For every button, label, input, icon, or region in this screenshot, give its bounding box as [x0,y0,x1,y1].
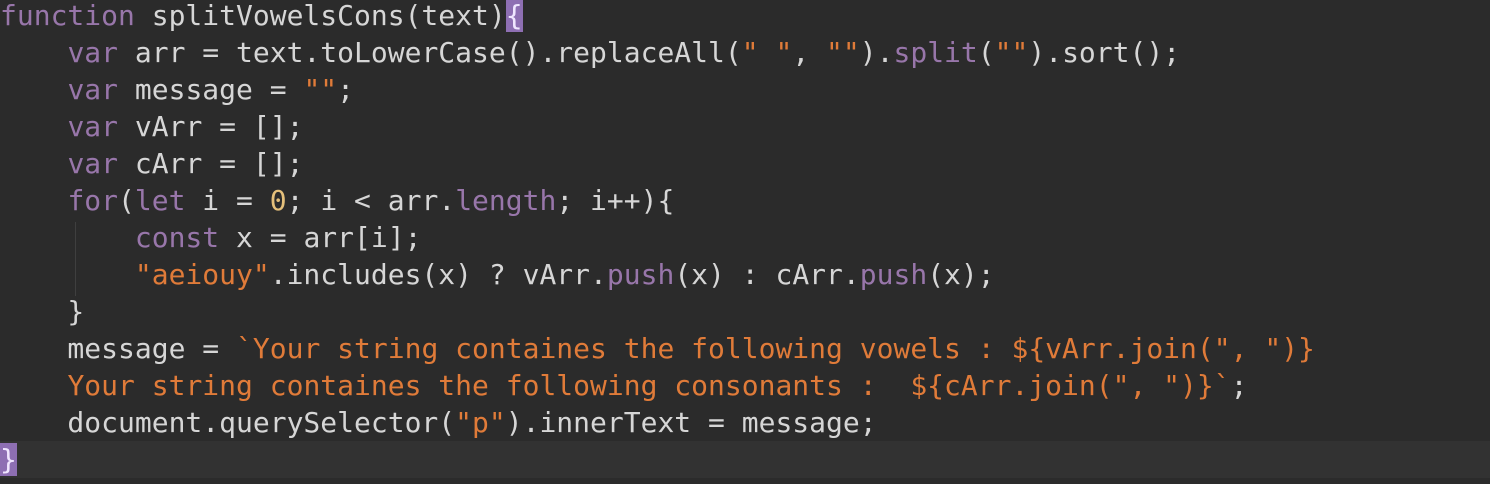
code-line[interactable]: var cArr = []; [0,145,1490,182]
code-token: (x); [927,258,995,291]
code-line[interactable]: const x = arr[i]; [0,219,1490,256]
code-token: x = arr[i]; [219,221,422,254]
matched-brace: } [0,443,17,476]
code-line[interactable]: message = `Your string containes the fol… [0,330,1490,367]
code-token: "" [994,36,1029,69]
code-token: ( [118,184,135,217]
code-token: ; i++){ [556,184,675,217]
code-token: (x) : cArr. [674,258,860,291]
code-token: cArr = []; [118,147,304,180]
code-token: var [67,73,119,106]
code-token: vArr = []; [118,110,304,143]
code-token: "" [826,36,860,69]
code-token: Your string containes the following cons… [67,369,911,402]
code-line[interactable]: document.querySelector("p").innerText = … [0,404,1490,441]
code-line[interactable]: var arr = text.toLowerCase().replaceAll(… [0,34,1490,71]
code-token: " " [741,36,793,69]
code-token: i = [185,184,270,217]
code-token: "p" [455,406,506,439]
code-line[interactable]: "aeiouy".includes(x) ? vArr.push(x) : cA… [0,256,1490,293]
code-token: var [67,147,119,180]
code-editor[interactable]: function splitVowelsCons(text){ var arr … [0,0,1490,484]
code-token: ${cArr.join( [910,369,1113,402]
code-token: split [893,36,978,69]
code-token: )}` [1180,369,1231,402]
code-line[interactable]: Your string containes the following cons… [0,367,1490,404]
code-token: ", " [1213,332,1282,365]
matched-brace: { [505,0,523,32]
code-token: "" [303,73,338,106]
code-token: )} [1281,332,1315,365]
code-token: `Your string containes the following vow… [236,332,1012,365]
code-token: 0 [269,184,287,217]
code-token: var [67,110,119,143]
code-line[interactable]: } [0,293,1490,330]
code-token: .includes(x) ? vArr. [269,258,607,291]
code-token: } [0,295,85,328]
code-line[interactable]: for(let i = 0; i < arr.length; i++){ [0,182,1490,219]
code-token: message = [0,332,237,365]
code-token: function [0,0,135,32]
code-token: push [606,258,675,291]
code-token: ( [977,36,995,69]
code-token: push [859,258,928,291]
code-token: for [67,184,119,217]
code-token: length [455,184,557,217]
code-token: , [792,36,827,69]
code-token: arr = text.toLowerCase().replaceAll( [118,36,742,69]
code-token: message = [118,73,304,106]
code-token: document.querySelector( [0,406,456,439]
code-line[interactable]: } [0,441,1490,478]
code-token: ).innerText = message; [505,406,877,439]
code-token: ; [337,73,355,106]
code-token: ; [1230,369,1248,402]
code-token: const [134,221,220,254]
code-token: splitVowelsCons(text) [134,0,506,32]
code-token: var [67,36,119,69]
code-token: ${vArr.join( [1011,332,1214,365]
code-line[interactable]: var message = ""; [0,71,1490,108]
code-line[interactable]: function splitVowelsCons(text){ [0,0,1490,34]
code-token: ).sort(); [1028,36,1181,69]
code-token: let [134,184,186,217]
code-line[interactable]: var vArr = []; [0,108,1490,145]
code-token: ). [859,36,894,69]
code-token: ", " [1112,369,1181,402]
code-token: ; i < arr. [286,184,456,217]
code-token: "aeiouy" [134,258,270,291]
